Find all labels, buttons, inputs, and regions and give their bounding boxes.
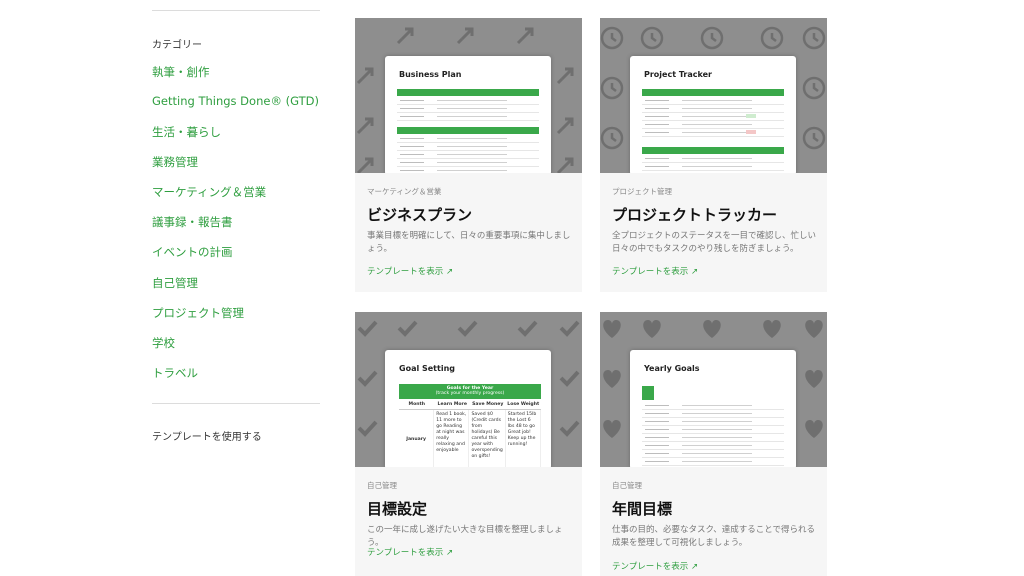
card-description: 事業目標を明確にして、日々の重要事項に集中しましょう。 [367, 231, 571, 254]
card-preview: Yearly Goals [600, 312, 827, 467]
goal-table-row: January Read 1 book, 11 more to go Readi… [399, 410, 542, 467]
preview-title: Business Plan [399, 70, 462, 79]
template-card-goal-setting[interactable]: Goal Setting Goals for the Year (track y… [355, 312, 582, 576]
card-title: ビジネスプラン [367, 206, 473, 224]
divider [152, 403, 320, 404]
preview-title: Project Tracker [644, 70, 712, 79]
card-category: 自己管理 [367, 481, 397, 490]
template-card-project-tracker[interactable]: Project Tracker プロジェクト管理 プロジェクトトラッカー 全プロ… [600, 18, 827, 292]
sidebar-item-minutes[interactable]: 議事録・報告書 [152, 214, 233, 230]
card-category: プロジェクト管理 [612, 187, 672, 196]
template-card-yearly-goals[interactable]: Yearly Goals 自己管理 年間目標 仕事の目的、必要なタスク、達成する… [600, 312, 827, 576]
document-preview: Goal Setting Goals for the Year (track y… [385, 350, 551, 467]
divider [152, 10, 320, 11]
sidebar: カテゴリー 執筆・創作 Getting Things Done® (GTD) 生… [152, 0, 322, 576]
card-title: 年間目標 [612, 500, 673, 518]
goal-table: Goals for the Year (track your monthly p… [399, 384, 542, 467]
card-category: マーケティング＆営業 [367, 187, 442, 196]
sidebar-item-marketing[interactable]: マーケティング＆営業 [152, 184, 266, 200]
sidebar-item-travel[interactable]: トラベル [152, 365, 198, 381]
view-template-link[interactable]: テンプレートを表示 ↗ [612, 560, 698, 572]
sidebar-item-project[interactable]: プロジェクト管理 [152, 305, 244, 321]
card-preview: Business Plan [355, 18, 582, 173]
card-category: 自己管理 [612, 481, 642, 490]
card-title: プロジェクトトラッカー [612, 206, 778, 224]
card-preview: Project Tracker [600, 18, 827, 173]
goal-table-header: Goals for the Year (track your monthly p… [399, 384, 541, 399]
document-preview: Business Plan [385, 56, 551, 173]
sidebar-item-gtd[interactable]: Getting Things Done® (GTD) [152, 94, 319, 108]
card-title: 目標設定 [367, 500, 428, 518]
preview-title: Yearly Goals [644, 364, 700, 373]
view-template-link[interactable]: テンプレートを表示 ↗ [612, 265, 698, 277]
sidebar-item-business[interactable]: 業務管理 [152, 154, 198, 170]
sidebar-item-writing[interactable]: 執筆・創作 [152, 64, 210, 80]
document-preview: Yearly Goals [630, 350, 796, 467]
goal-table-columns: Month Learn More Save Money Lose Weight [399, 399, 541, 410]
sidebar-item-school[interactable]: 学校 [152, 335, 175, 351]
category-heading: カテゴリー [152, 40, 202, 51]
card-description: 仕事の目的、必要なタスク、達成することで得られる成果を整理して可視化しましょう。 [612, 525, 815, 548]
use-template-link[interactable]: テンプレートを使用する [152, 428, 262, 443]
view-template-link[interactable]: テンプレートを表示 ↗ [367, 546, 453, 558]
sidebar-item-events[interactable]: イベントの計画 [152, 244, 233, 260]
preview-title: Goal Setting [399, 364, 455, 373]
template-card-business-plan[interactable]: Business Plan マーケティング＆営業 ビジネスプラン 事業目標を明確… [355, 18, 582, 292]
card-description: 全プロジェクトのステータスを一目で確認し、忙しい日々の中でもタスクのやり残しを防… [612, 231, 817, 254]
view-template-link[interactable]: テンプレートを表示 ↗ [367, 265, 453, 277]
sidebar-item-life[interactable]: 生活・暮らし [152, 124, 221, 140]
card-preview: Goal Setting Goals for the Year (track y… [355, 312, 582, 467]
sidebar-item-self[interactable]: 自己管理 [152, 275, 198, 291]
document-preview: Project Tracker [630, 56, 796, 173]
